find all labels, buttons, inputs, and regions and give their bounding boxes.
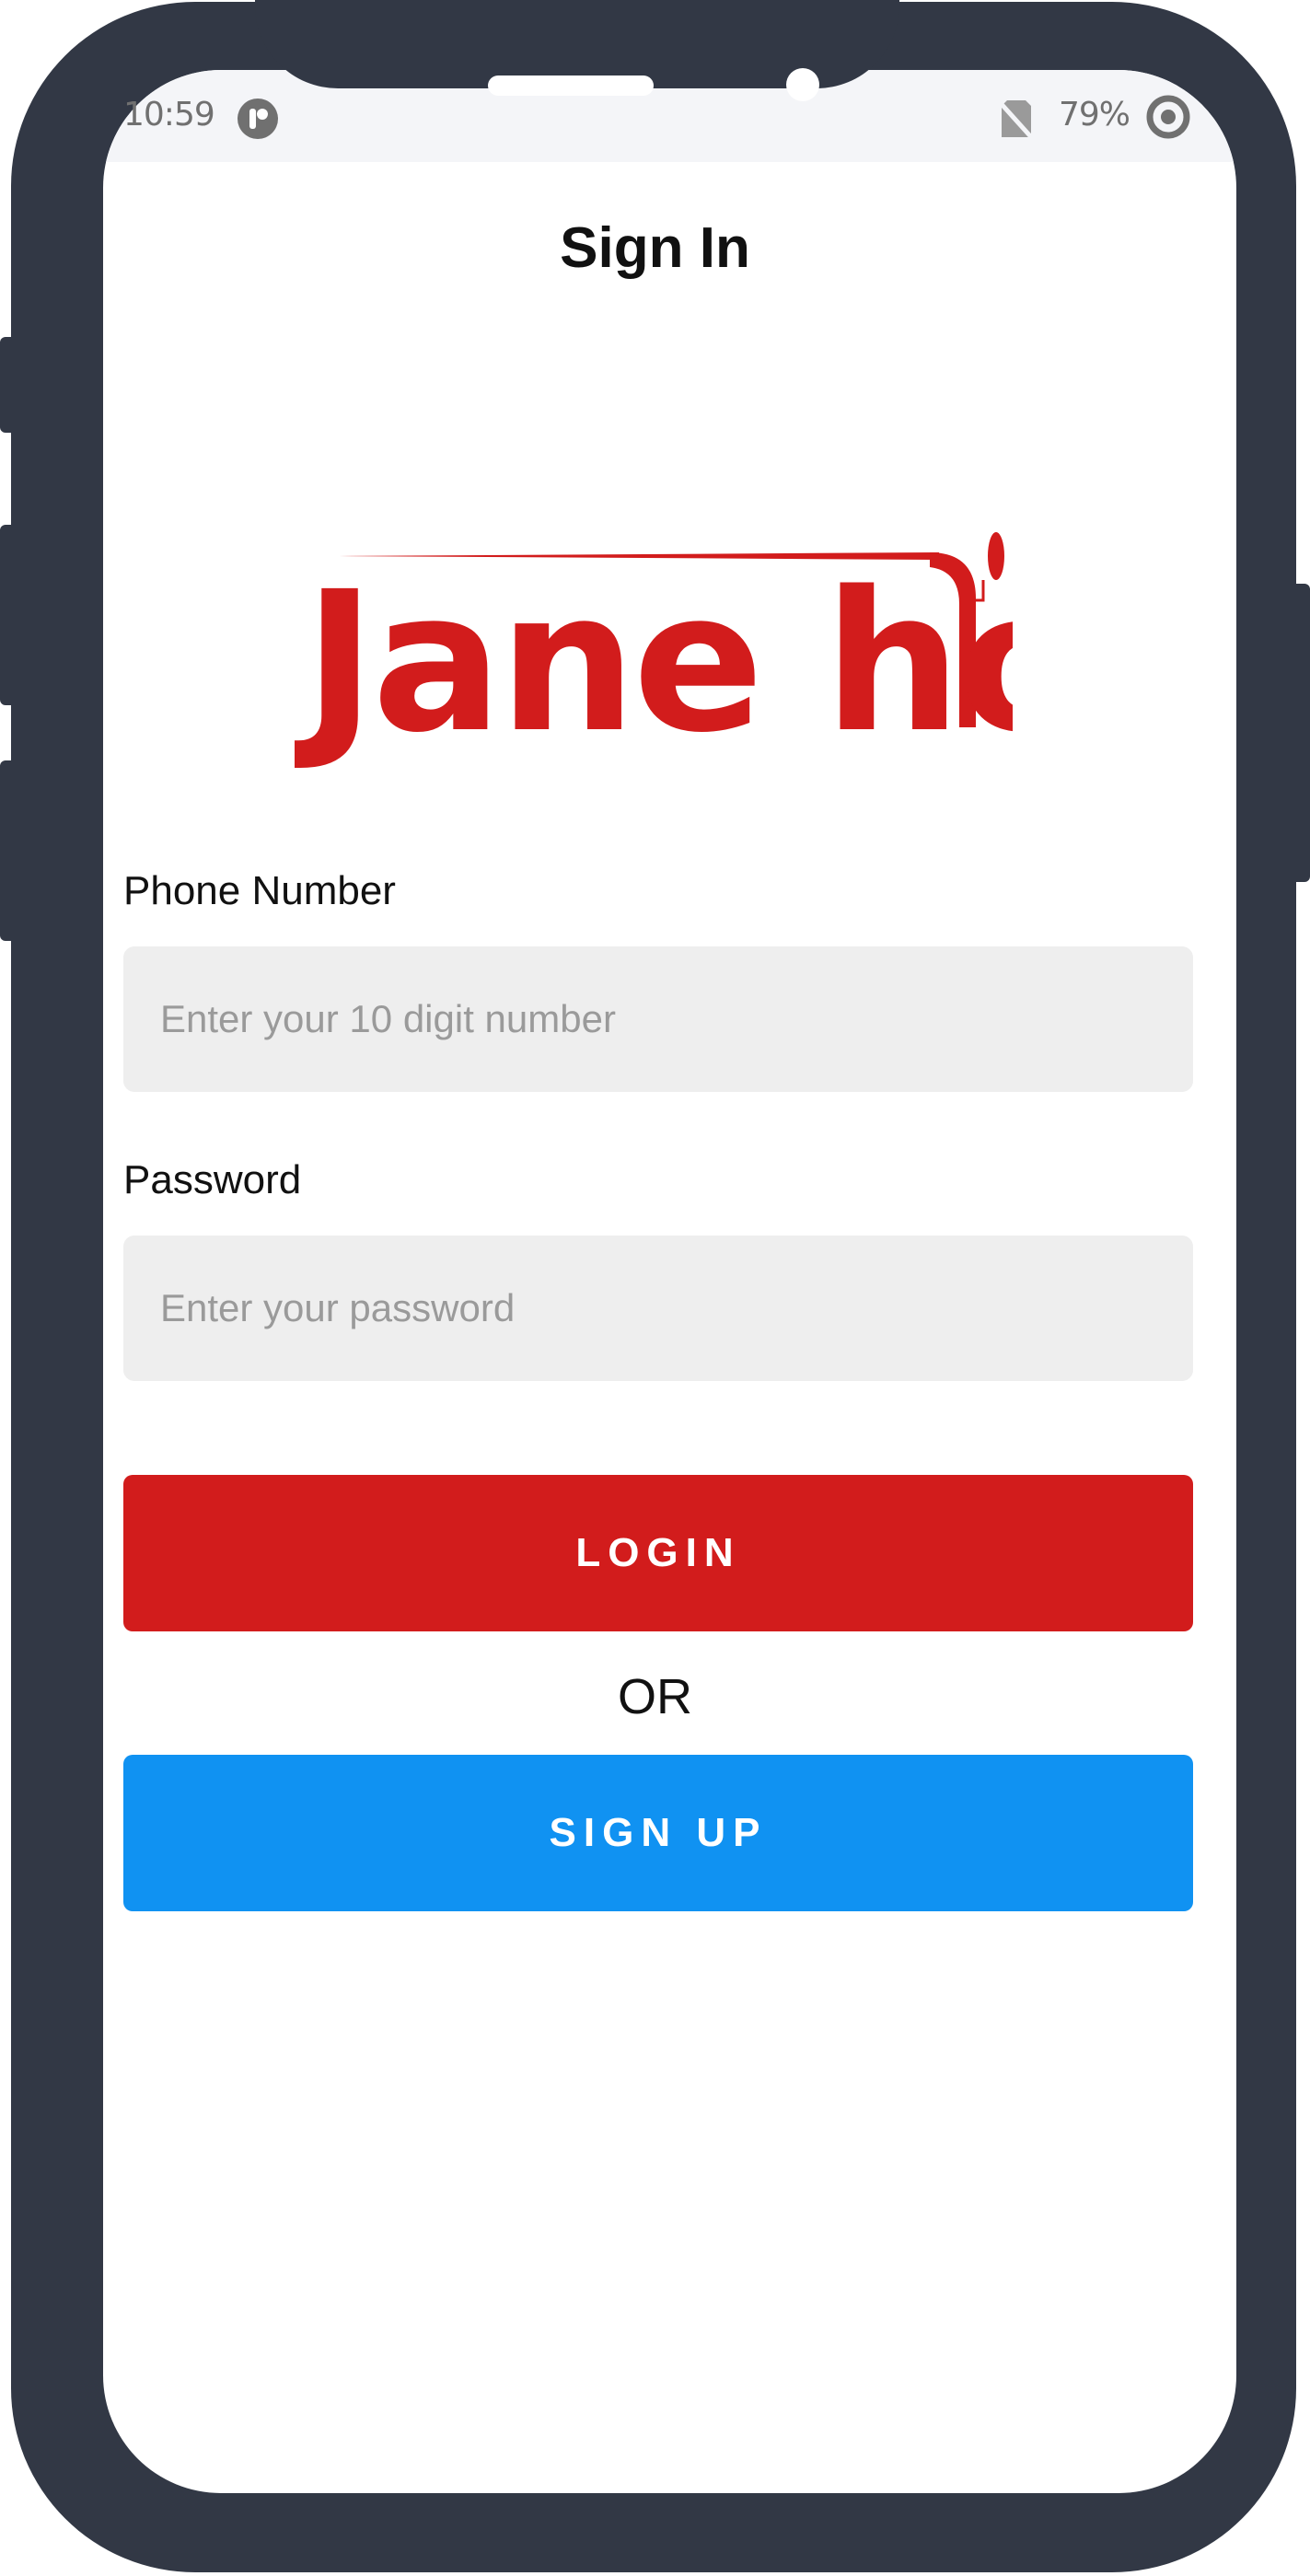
phone-number-label: Phone Number <box>123 868 396 913</box>
app-notification-icon <box>238 99 278 139</box>
login-button[interactable]: LOGIN <box>123 1475 1193 1631</box>
jane-ho-logo: Jane ho <box>295 532 1013 775</box>
front-camera <box>786 68 819 101</box>
battery-percent: 79% <box>1059 96 1130 133</box>
password-input[interactable] <box>123 1236 1193 1381</box>
battery-ring-icon <box>1146 95 1190 139</box>
password-label: Password <box>123 1157 302 1202</box>
phone-number-input[interactable] <box>123 946 1193 1092</box>
device-mockup: 10:59 79% Sign In Jane ho Phone Number P… <box>0 0 1310 2576</box>
or-divider-text: OR <box>618 1669 692 1724</box>
speaker-grille <box>488 75 654 96</box>
status-time: 10:59 <box>123 96 215 133</box>
no-sim-icon <box>998 100 1035 141</box>
page-title: Sign In <box>560 216 750 280</box>
sign-up-button[interactable]: SIGN UP <box>123 1755 1193 1911</box>
logo-wordmark: Jane ho <box>295 550 1013 775</box>
